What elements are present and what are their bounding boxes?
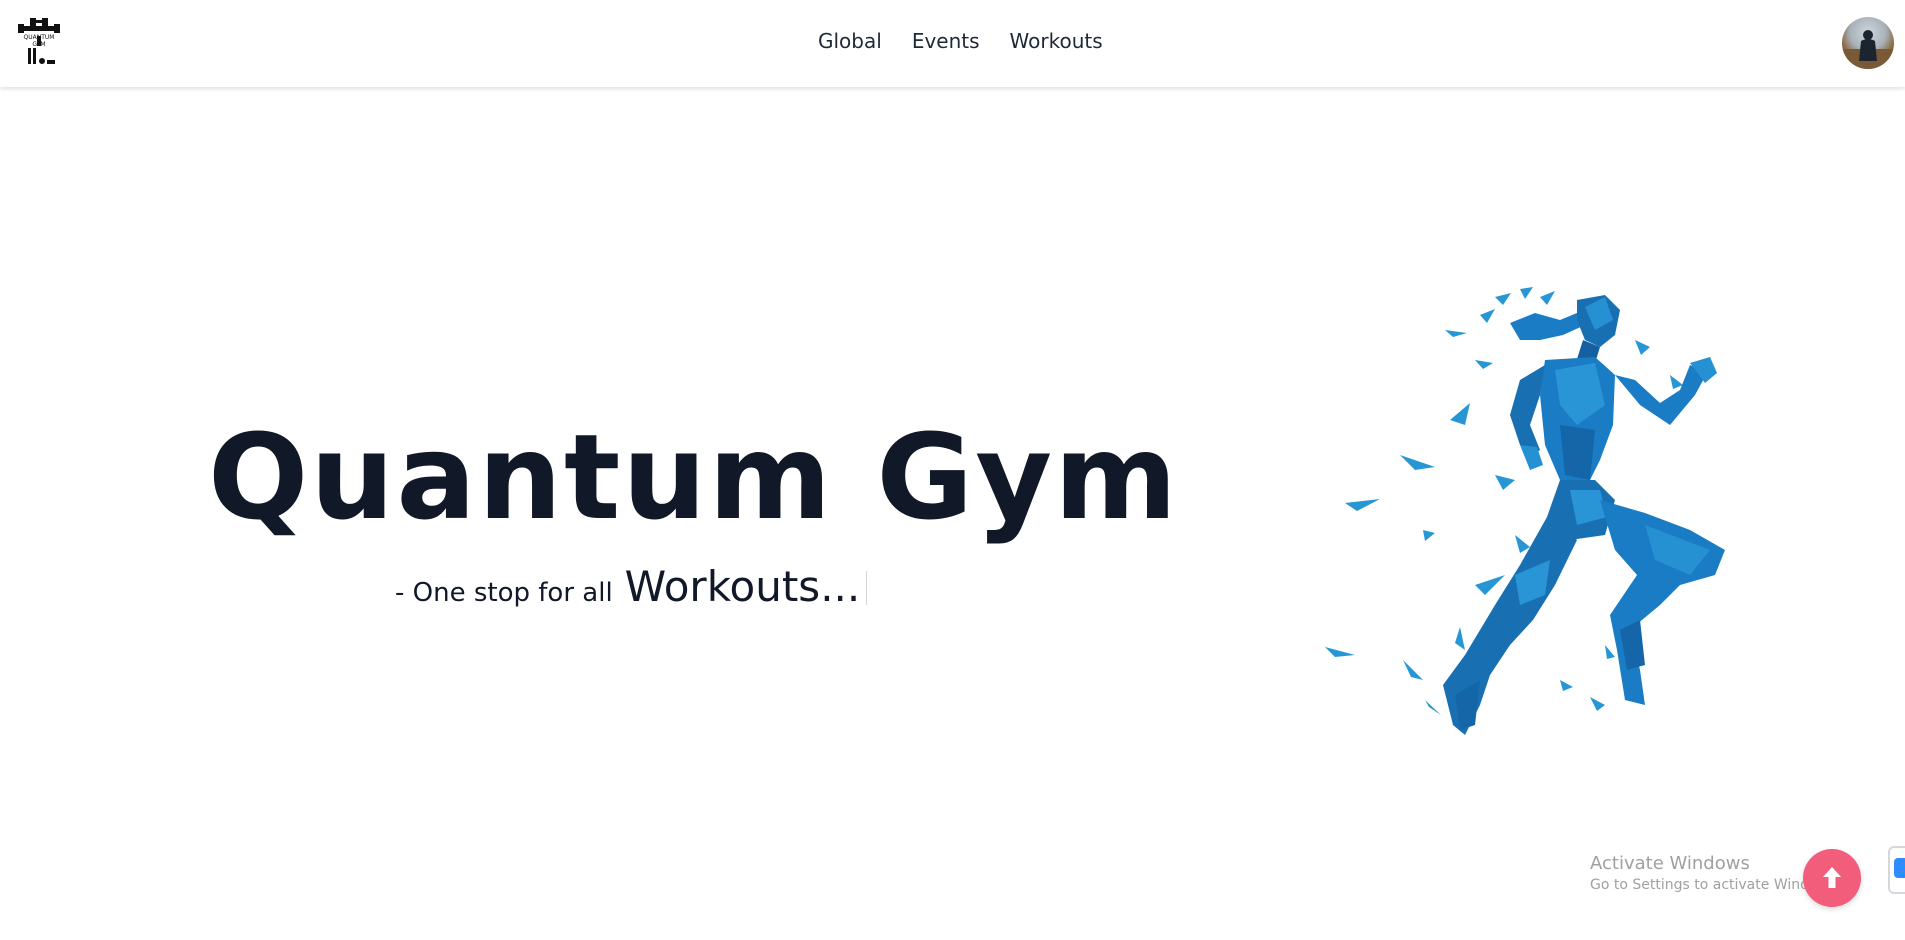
typing-cursor	[866, 571, 868, 605]
nav-link-global[interactable]: Global	[818, 29, 882, 53]
top-navbar: QUANTUM GYM Global Events Workouts	[0, 0, 1905, 87]
gym-logo[interactable]: QUANTUM GYM	[16, 14, 62, 70]
nav-link-workouts[interactable]: Workouts	[1010, 29, 1103, 53]
hero-subtitle: - One stop for all Workouts...	[395, 562, 868, 611]
avatar-photo-icon	[1842, 30, 1894, 69]
subtitle-typed-word: Workouts...	[624, 562, 861, 611]
low-poly-runner-illustration	[1325, 287, 1725, 735]
arrow-up-icon	[1823, 867, 1841, 888]
subtitle-prefix: - One stop for all	[395, 578, 613, 608]
user-avatar[interactable]	[1842, 17, 1894, 69]
hero-title: Quantum Gym	[208, 408, 1180, 546]
main-nav: Global Events Workouts	[818, 29, 1103, 53]
nav-link-events[interactable]: Events	[912, 29, 980, 53]
logo-text: QUANTUM GYM	[23, 34, 55, 48]
remote-control-icon	[1894, 858, 1905, 878]
side-remote-widget-tab[interactable]	[1888, 846, 1905, 894]
scroll-to-top-button[interactable]	[1803, 849, 1861, 907]
